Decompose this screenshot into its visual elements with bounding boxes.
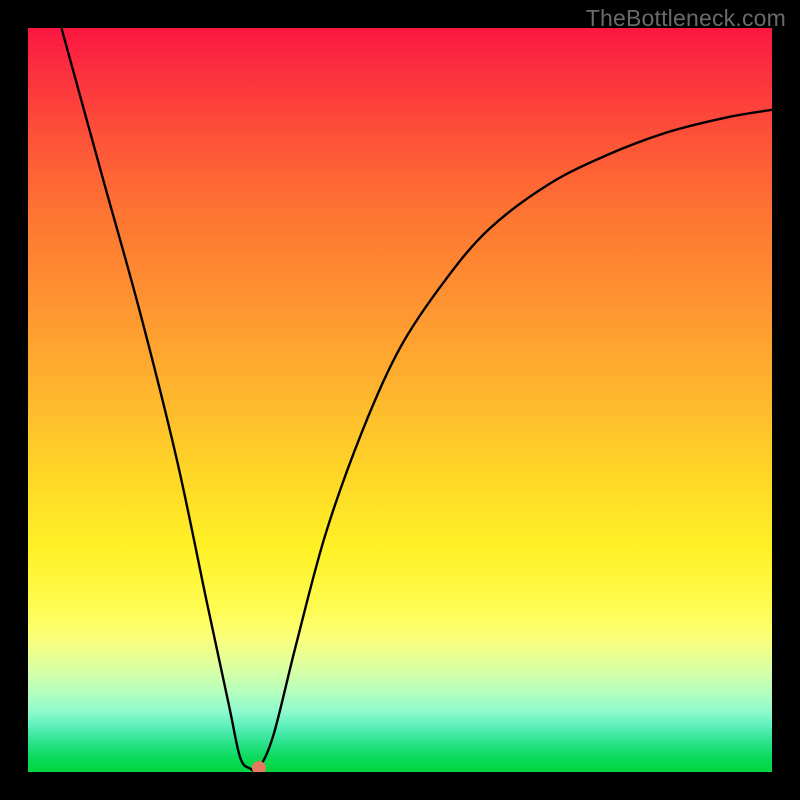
chart-area	[28, 28, 772, 772]
minimum-marker-icon	[252, 761, 266, 772]
curve-svg	[28, 28, 772, 772]
bottleneck-curve	[61, 28, 772, 771]
